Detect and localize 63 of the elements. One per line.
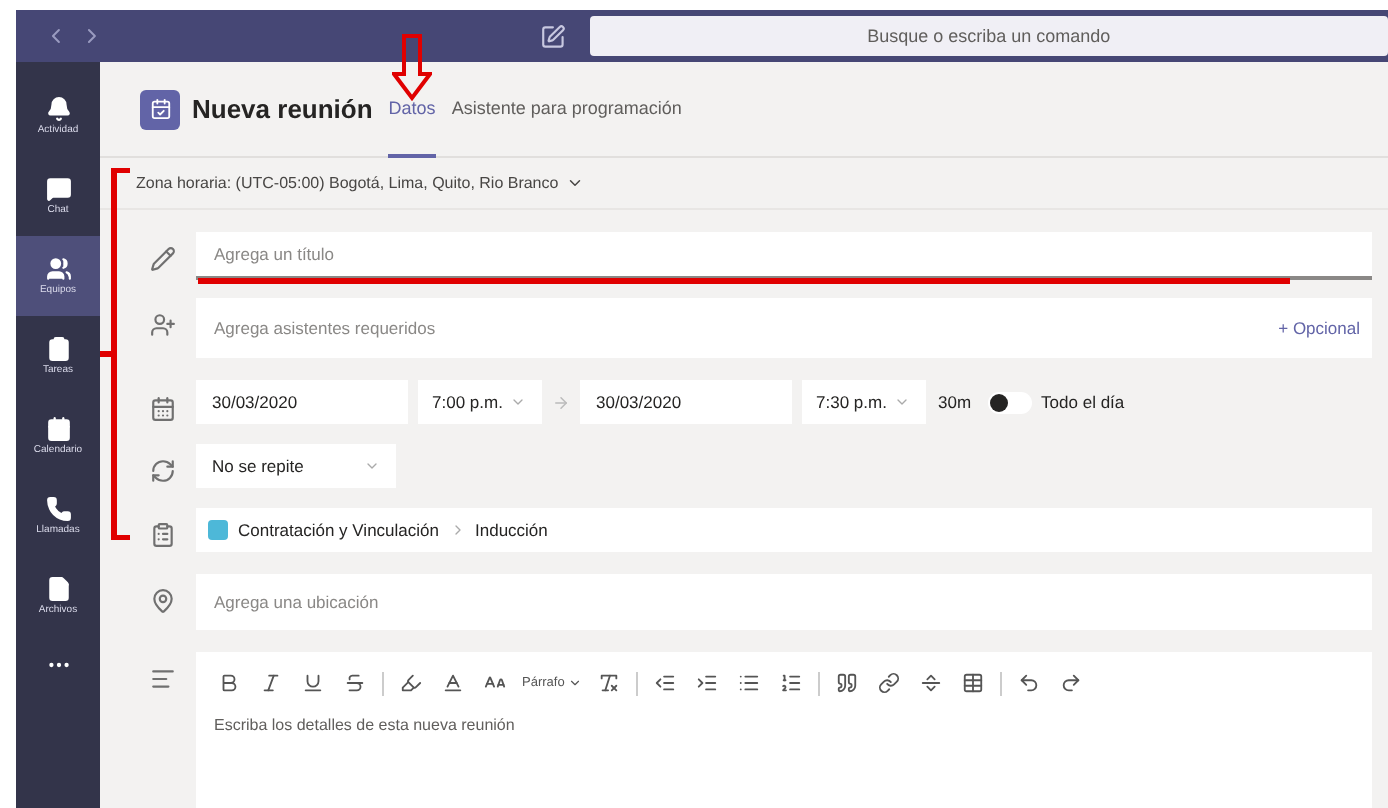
end-date-field[interactable]: 30/03/2020	[580, 380, 792, 424]
end-time-dropdown[interactable]: 7:30 p.m.	[802, 380, 926, 424]
add-person-icon	[149, 312, 175, 338]
tab[interactable]: Asistente para programación	[451, 61, 682, 157]
bell-icon	[45, 96, 71, 122]
start-date-field[interactable]: 30/03/2020	[196, 380, 408, 424]
redo-icon	[1060, 672, 1083, 694]
font-color-icon	[442, 672, 464, 694]
clear-format-icon	[598, 672, 621, 694]
attendees-placeholder: Agrega asistentes requeridos	[214, 315, 438, 341]
channel-icon	[149, 522, 175, 548]
people-icon	[45, 256, 71, 282]
annotation-arrow	[392, 34, 432, 102]
font-size-icon	[484, 672, 506, 694]
all-day-toggle[interactable]	[987, 391, 1032, 413]
chevron-icon	[510, 394, 527, 410]
underline-icon	[302, 672, 324, 694]
attendees-field[interactable]: Agrega asistentes requeridos + Opcional	[196, 298, 1372, 358]
clipboard-icon	[45, 336, 71, 362]
details-placeholder: Escriba los detalles de esta nueva reunión	[214, 714, 517, 738]
pencil-icon	[149, 246, 175, 272]
chevron-icon	[568, 676, 583, 690]
bold-icon	[218, 672, 240, 694]
phone-icon	[45, 496, 71, 522]
italic-icon	[260, 672, 282, 694]
link-button[interactable]	[874, 668, 905, 698]
calendar-icon	[149, 396, 175, 422]
strikethrough-icon	[344, 672, 366, 694]
link-icon	[878, 672, 901, 694]
location-field[interactable]: Agrega una ubicación	[196, 574, 1372, 630]
chevron-icon	[894, 394, 911, 410]
meeting-icon	[140, 89, 180, 129]
arrow-icon	[552, 393, 570, 411]
horizontal-rule-icon	[920, 672, 943, 694]
table-icon	[962, 672, 985, 694]
details-icon	[149, 666, 175, 692]
optional-link[interactable]: + Opcional	[1278, 315, 1360, 341]
channel-field[interactable]: Contratación y Vinculación Inducción	[196, 508, 1372, 552]
compose-icon[interactable]	[539, 23, 566, 49]
bulleted-list-icon	[738, 672, 761, 694]
location-icon	[149, 588, 175, 614]
undo-icon	[1018, 672, 1041, 694]
tab[interactable]: Datos	[388, 61, 436, 157]
repeat-icon	[149, 458, 175, 484]
timezone-dropdown[interactable]: Zona horaria: (UTC-05:00) Bogotá, Lima, Quito, Rio Branco	[100, 158, 1388, 210]
search-field[interactable]: Busque o escriba un comando	[589, 16, 1388, 56]
highlighter-icon	[400, 672, 422, 694]
file-icon	[45, 576, 71, 602]
calendar-icon	[45, 416, 71, 442]
chevron-icon	[566, 174, 585, 192]
chevron-icon	[364, 458, 380, 474]
outdent-icon	[654, 672, 677, 694]
team-icon	[208, 520, 228, 540]
quote-icon	[836, 672, 859, 694]
start-time-dropdown[interactable]: 7:00 p.m.	[418, 380, 542, 424]
indent-icon	[696, 672, 719, 694]
page-title: Nueva reunión	[192, 91, 373, 128]
chat-icon	[45, 176, 71, 202]
title-field[interactable]: Agrega un título	[196, 232, 1372, 280]
all-day-label: Todo el día	[1041, 389, 1125, 415]
repeat-dropdown[interactable]: No se repite	[196, 444, 396, 488]
numbered-list-icon	[780, 672, 803, 694]
duration-label: 30m	[938, 389, 972, 415]
